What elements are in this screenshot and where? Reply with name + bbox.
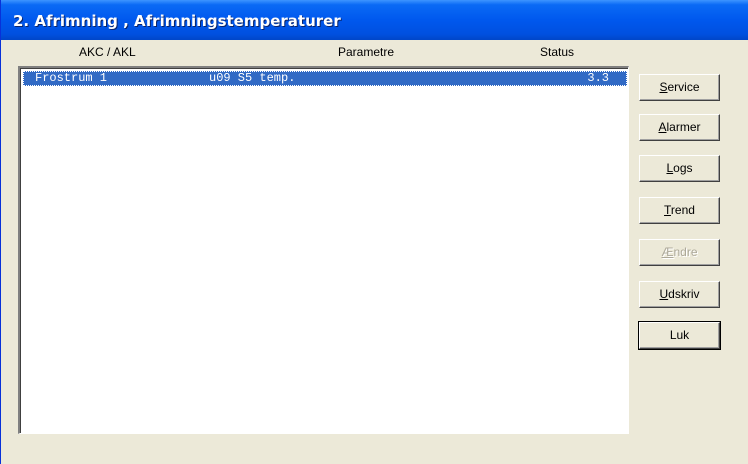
- parameter-list[interactable]: Frostrum 1 u09 S5 temp. 3.3: [18, 66, 629, 434]
- aendre-label: ndre: [673, 245, 698, 259]
- column-header-status: Status: [540, 45, 575, 59]
- udskriv-mnemonic: U: [659, 287, 669, 301]
- service-label: ervice: [667, 80, 700, 94]
- trend-button[interactable]: Trend: [639, 197, 720, 224]
- row-akc: Frostrum 1: [35, 71, 108, 85]
- alarmer-label: larmer: [666, 120, 701, 134]
- service-mnemonic: S: [659, 80, 668, 94]
- aendre-mnemonic: Æ: [661, 245, 674, 259]
- column-header-parametre: Parametre: [338, 45, 395, 59]
- list-item[interactable]: Frostrum 1 u09 S5 temp. 3.3: [23, 71, 627, 86]
- trend-mnemonic: T: [664, 203, 671, 217]
- aendre-button: Ændre: [639, 239, 720, 266]
- luk-button[interactable]: Luk: [638, 321, 721, 350]
- logs-label: ogs: [673, 161, 693, 175]
- alarmer-mnemonic: A: [658, 120, 667, 134]
- column-header-akc: AKC / AKL: [79, 45, 136, 59]
- luk-label: Luk: [669, 328, 690, 342]
- service-button[interactable]: Service: [639, 74, 720, 101]
- logs-button[interactable]: Logs: [639, 155, 720, 182]
- alarmer-button[interactable]: Alarmer: [639, 114, 720, 141]
- udskriv-label: dskriv: [668, 287, 700, 301]
- trend-label: rend: [670, 203, 695, 217]
- row-status: 3.3: [587, 71, 609, 85]
- udskriv-button[interactable]: Udskriv: [639, 281, 720, 308]
- title-bar[interactable]: 2. Afrimning , Afrimningstemperaturer: [1, 0, 748, 40]
- row-parameter: u09 S5 temp.: [209, 71, 296, 85]
- dialog-window: 2. Afrimning , Afrimningstemperaturer AK…: [0, 0, 748, 464]
- window-title: 2. Afrimning , Afrimningstemperaturer: [13, 12, 341, 30]
